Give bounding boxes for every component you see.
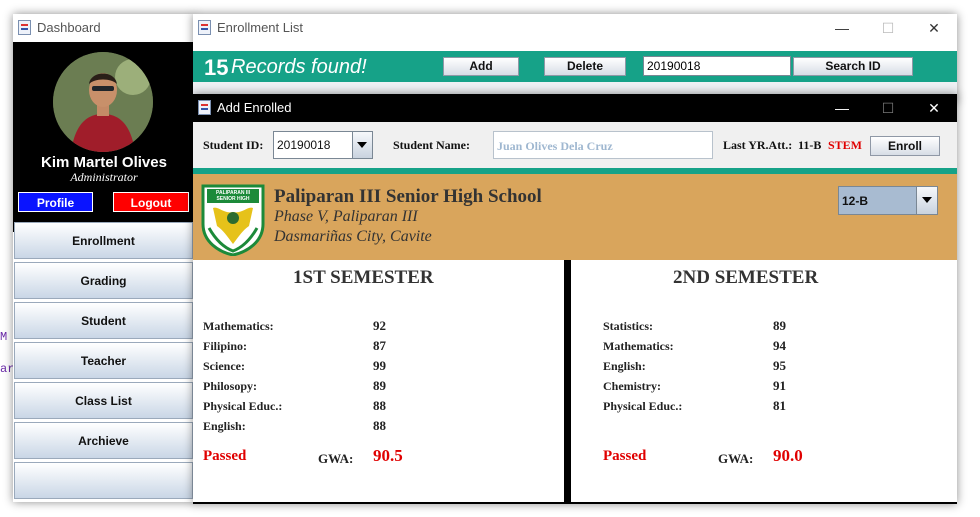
background-glyph: M [0, 330, 8, 344]
last-year-strand: STEM [828, 138, 863, 152]
dropdown-button[interactable] [916, 187, 937, 214]
minimize-button[interactable]: — [819, 94, 865, 122]
gwa-value: 90.0 [773, 446, 803, 465]
enrollment-header-bar: 15 Records found! Add Delete Search ID [193, 51, 957, 82]
student-name-field[interactable]: Juan Olives Dela Cruz [493, 131, 713, 159]
subject-grade: 94 [773, 338, 786, 353]
last-year-value: 11-B [798, 138, 822, 152]
subject-grade: 95 [773, 358, 786, 373]
gwa-label: GWA: [318, 451, 354, 466]
status-label: Passed [603, 448, 647, 464]
subject-grade: 81 [773, 398, 786, 413]
window-title: Add Enrolled [217, 100, 292, 115]
user-role: Administrator [70, 170, 138, 184]
nav-class-list-button[interactable]: Class List [14, 382, 193, 419]
nav-grading-button[interactable]: Grading [14, 262, 193, 299]
nav-empty-slot [14, 462, 193, 499]
maximize-button[interactable]: ☐ [865, 14, 911, 42]
subject-grade: 87 [373, 338, 386, 353]
student-name-value: Juan Olives Dela Cruz [497, 139, 613, 153]
subject-grade: 88 [373, 398, 386, 413]
subject-grade: 99 [373, 358, 386, 373]
window-title: Dashboard [37, 20, 101, 35]
subject-grade: 89 [773, 318, 786, 333]
student-id-label: Student ID: [203, 138, 264, 152]
add-enrolled-titlebar: Add Enrolled — ☐ ✕ [193, 94, 957, 122]
school-logo-text: PALIPARAN III SENIOR HIGH SCHOOL [216, 190, 250, 202]
record-count: 15 [204, 55, 229, 80]
student-id-value: 20190018 [277, 138, 331, 152]
dropdown-button[interactable] [352, 132, 372, 158]
status-label: Passed [203, 448, 247, 464]
student-name-label: Student Name: [393, 138, 470, 152]
enroll-button[interactable]: Enroll [870, 136, 940, 156]
avatar [53, 52, 153, 152]
avatar-person-icon [53, 52, 153, 152]
records-found-text: Records found! [231, 56, 367, 78]
add-button[interactable]: Add [443, 57, 519, 76]
section-select[interactable]: 12-B [838, 186, 938, 215]
school-logo: PALIPARAN III SENIOR HIGH SCHOOL [199, 184, 267, 257]
student-form-row: Student ID: 20190018 Student Name: Juan … [193, 122, 957, 168]
search-id-button[interactable]: Search ID [793, 57, 913, 76]
user-name: Kim Martel Olives [41, 154, 167, 171]
school-address-line1: Phase V, Paliparan III [274, 208, 418, 225]
second-semester-title: 2ND SEMESTER [673, 267, 819, 288]
subject-name: Statistics: [603, 319, 653, 333]
first-semester-panel: 1ST SEMESTER Mathematics: 92 Filipino: 8… [193, 260, 564, 502]
close-icon[interactable]: ✕ [911, 94, 957, 122]
dashboard-window: Dashboard Kim Martel Olives Administrato… [13, 14, 195, 502]
dashboard-titlebar: Dashboard [13, 14, 195, 42]
window-title: Enrollment List [217, 20, 303, 35]
delete-button[interactable]: Delete [544, 57, 626, 76]
subject-name: Mathematics: [603, 339, 674, 353]
first-semester-title: 1ST SEMESTER [293, 267, 434, 288]
java-app-icon [18, 20, 31, 35]
subject-name: Chemistry: [603, 379, 661, 393]
school-address-line2: Dasmariñas City, Cavite [274, 228, 432, 245]
java-app-icon [198, 100, 211, 115]
subject-name: English: [203, 419, 246, 433]
school-header: PALIPARAN III SENIOR HIGH SCHOOL Palipar… [193, 174, 957, 260]
second-semester-panel: 2ND SEMESTER Statistics: 89 Mathematics:… [571, 260, 957, 502]
last-year-label: Last YR.Att.: [723, 138, 793, 152]
enrollment-list-window: Enrollment List — ☐ ✕ 15 Records found! … [193, 14, 957, 103]
sidebar-profile-panel: Kim Martel Olives Administrator Profile … [13, 42, 195, 232]
java-app-icon [198, 20, 211, 35]
section-value: 12-B [842, 194, 869, 208]
subject-name: Physical Educ.: [203, 399, 283, 413]
nav-student-button[interactable]: Student [14, 302, 193, 339]
subject-name: Science: [203, 359, 245, 373]
nav-teacher-button[interactable]: Teacher [14, 342, 193, 379]
subject-grade: 91 [773, 378, 786, 393]
nav-enrollment-button[interactable]: Enrollment [14, 222, 193, 259]
subject-grade: 92 [373, 318, 386, 333]
school-name: Paliparan III Senior High School [274, 186, 542, 207]
search-input[interactable] [643, 56, 791, 76]
subject-grade: 89 [373, 378, 386, 393]
subject-name: Philosopy: [203, 379, 258, 393]
subject-name: English: [603, 359, 646, 373]
enrollment-list-titlebar: Enrollment List — ☐ ✕ [193, 14, 957, 42]
subject-name: Physical Educ.: [603, 399, 683, 413]
profile-button[interactable]: Profile [18, 192, 93, 212]
chevron-down-icon [357, 142, 367, 148]
subject-name: Filipino: [203, 339, 248, 353]
gwa-value: 90.5 [373, 446, 403, 465]
close-icon[interactable]: ✕ [911, 14, 957, 42]
nav-archieve-button[interactable]: Archieve [14, 422, 193, 459]
chevron-down-icon [922, 197, 932, 203]
subject-name: Mathematics: [203, 319, 274, 333]
student-id-select[interactable]: 20190018 [273, 131, 373, 159]
logout-button[interactable]: Logout [113, 192, 189, 212]
add-enrolled-window: Add Enrolled — ☐ ✕ Student ID: 20190018 … [193, 94, 957, 504]
subject-grade: 88 [373, 418, 386, 433]
minimize-button[interactable]: — [819, 14, 865, 42]
gwa-label: GWA: [718, 451, 754, 466]
maximize-button[interactable]: ☐ [865, 94, 911, 122]
